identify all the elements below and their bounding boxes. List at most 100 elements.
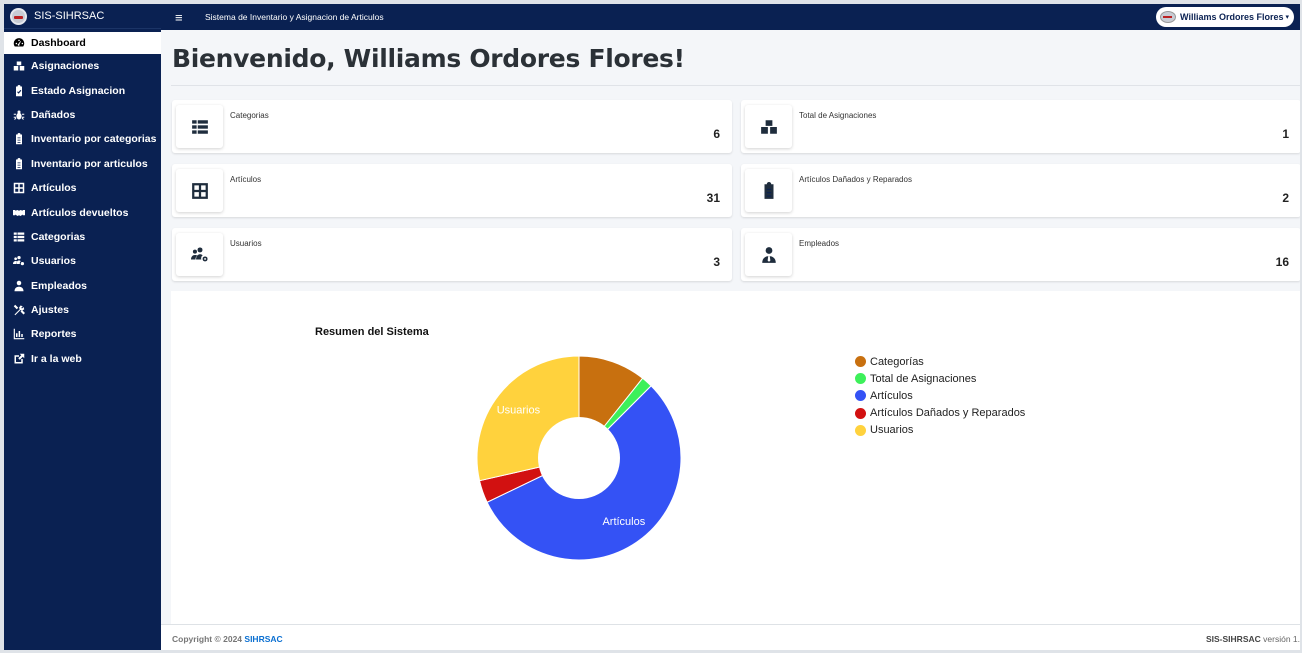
sidebar-item-label: Artículos devueltos — [31, 206, 129, 219]
sidebar-item-label: Ir a la web — [31, 352, 82, 365]
footer-app-name: SIS-SIHRSAC — [1205, 634, 1261, 644]
brand[interactable]: SIS-SIHRSAC — [4, 4, 161, 29]
card-value: 1 — [1282, 127, 1289, 141]
footer-copyright: Copyright © 2024 SIHRSAC — [172, 634, 283, 644]
sidebar-item-inventario-por-categorias[interactable]: Inventario por categorias — [4, 127, 161, 151]
caret-down-icon: ▾ — [1285, 14, 1289, 21]
main-content: Bienvenido, Williams Ordores Flores! Cat… — [161, 30, 1300, 624]
legend-swatch — [855, 356, 866, 368]
legend-swatch — [855, 407, 866, 419]
card-value: 6 — [713, 127, 720, 141]
stat-card: Categorias 6 — [172, 100, 732, 153]
sidebar-item-label: Reportes — [31, 328, 77, 341]
sidebar-item-articulos-devueltos[interactable]: Artículos devueltos — [4, 200, 161, 224]
tachometer-icon — [12, 36, 26, 50]
legend-swatch — [855, 424, 866, 436]
legend-item[interactable]: Usuarios — [855, 422, 1025, 439]
grid-icon — [12, 181, 26, 195]
footer-version: SIS-SIHRSAC versión 1. — [1206, 634, 1300, 644]
stat-card: Artículos 31 — [172, 164, 732, 217]
legend-swatch — [855, 373, 866, 385]
stat-card: Empleados 16 — [741, 228, 1300, 281]
card-label: Artículos Dañados y Reparados — [799, 175, 912, 184]
handshake-icon — [12, 206, 26, 220]
app-window: SIS-SIHRSAC Dashboard Asignaciones Estado … — [4, 4, 1300, 650]
footer: Copyright © 2024 SIHRSAC SIS-SIHRSAC ver… — [161, 624, 1300, 650]
card-label: Usuarios — [230, 239, 262, 248]
topbar: ≡ Sistema de Inventario y Asignacion de … — [161, 4, 1300, 30]
sidebar-item-label: Dashboard — [31, 37, 86, 49]
legend-item[interactable]: Artículos — [855, 387, 1025, 404]
page-title: Bienvenido, Williams Ordores Flores! — [172, 44, 685, 73]
footer-brand-link[interactable]: SIHRSAC — [244, 634, 282, 644]
user-name: Williams Ordores Flores — [1180, 12, 1284, 22]
card-value: 3 — [713, 255, 720, 269]
sidebar-item-label: Empleados — [31, 279, 88, 292]
legend-swatch — [855, 390, 866, 402]
sidebar-item-reportes[interactable]: Reportes — [4, 322, 161, 346]
card-label: Categorias — [230, 111, 269, 120]
table-list-icon — [176, 105, 223, 148]
sidebar-item-empleados[interactable]: Empleados — [4, 274, 161, 298]
sidebar-item-label: Inventario por categorias — [31, 133, 157, 146]
sidebar-item-asignaciones[interactable]: Asignaciones — [4, 54, 161, 78]
divider — [171, 85, 1300, 86]
chart-icon — [12, 327, 26, 341]
clipboard-icon — [12, 157, 26, 171]
boxes-icon — [745, 105, 792, 148]
sidebar-item-label: Estado Asignacion — [31, 84, 126, 97]
user-avatar — [1160, 11, 1177, 23]
clipboard-icon — [12, 132, 26, 146]
slice-label: Usuarios — [497, 405, 541, 417]
clipboard-check-icon — [12, 84, 26, 98]
topbar-title: Sistema de Inventario y Asignacion de Ar… — [205, 12, 384, 22]
footer-version-text: versión 1. — [1260, 634, 1300, 644]
legend-label: Total de Asignaciones — [870, 372, 977, 385]
sidebar-item-inventario-por-articulos[interactable]: Inventario por articulos — [4, 152, 161, 176]
bug-icon — [12, 108, 26, 122]
external-link-icon — [12, 352, 26, 366]
sidebar-item-label: Dañados — [31, 108, 76, 121]
users-cog-icon — [12, 254, 26, 268]
sidebar-item-estado-asignacion[interactable]: Estado Asignacion — [4, 78, 161, 102]
sidebar-item-label: Ajustes — [31, 304, 69, 317]
sidebar-item-dashboard[interactable]: Dashboard — [4, 32, 161, 54]
stat-card: Artículos Dañados y Reparados 2 — [741, 164, 1300, 217]
boxes-icon — [12, 59, 26, 73]
brand-name: SIS-SIHRSAC — [34, 10, 105, 22]
sidebar-item-usuarios[interactable]: Usuarios — [4, 249, 161, 273]
sidebar-item-ajustes[interactable]: Ajustes — [4, 298, 161, 322]
users-cog-icon — [176, 233, 223, 276]
clipboard-icon — [745, 169, 792, 212]
chart-legend: Categorías Total de Asignaciones Artículos… — [855, 353, 1025, 439]
sidebar-item-articulos[interactable]: Artículos — [4, 176, 161, 200]
sidebar-item-label: Asignaciones — [31, 60, 100, 73]
menu-toggle-icon[interactable]: ≡ — [175, 10, 189, 25]
legend-label: Categorías — [870, 355, 924, 368]
donut-chart: Usuarios Artículos — [476, 355, 682, 561]
card-label: Total de Asignaciones — [799, 111, 877, 120]
card-value: 31 — [706, 191, 720, 205]
user-tie-icon — [745, 233, 792, 276]
legend-label: Usuarios — [870, 424, 914, 437]
legend-item[interactable]: Artículos Dañados y Reparados — [855, 405, 1025, 422]
donut-hole — [538, 417, 620, 499]
stat-card: Total de Asignaciones 1 — [741, 100, 1300, 153]
sidebar-item-categorias[interactable]: Categorias — [4, 225, 161, 249]
stat-card: Usuarios 3 — [172, 228, 732, 281]
card-value: 16 — [1275, 255, 1289, 269]
sidebar-item-danados[interactable]: Dañados — [4, 103, 161, 127]
brand-logo — [10, 7, 27, 25]
legend-item[interactable]: Categorías — [855, 353, 1025, 370]
sidebar-item-label: Categorias — [31, 230, 86, 243]
sidebar: SIS-SIHRSAC Dashboard Asignaciones Estado … — [4, 4, 161, 650]
legend-item[interactable]: Total de Asignaciones — [855, 370, 1025, 387]
table-list-icon — [12, 230, 26, 244]
sidebar-nav: Dashboard Asignaciones Estado Asignacion Da… — [4, 32, 161, 371]
user-menu[interactable]: Williams Ordores Flores ▾ — [1156, 7, 1294, 27]
legend-label: Artículos Dañados y Reparados — [870, 407, 1026, 420]
sidebar-item-label: Usuarios — [31, 255, 76, 268]
card-label: Empleados — [799, 239, 840, 248]
sidebar-item-ir-a-la-web[interactable]: Ir a la web — [4, 347, 161, 371]
sidebar-item-label: Inventario por articulos — [31, 157, 148, 170]
